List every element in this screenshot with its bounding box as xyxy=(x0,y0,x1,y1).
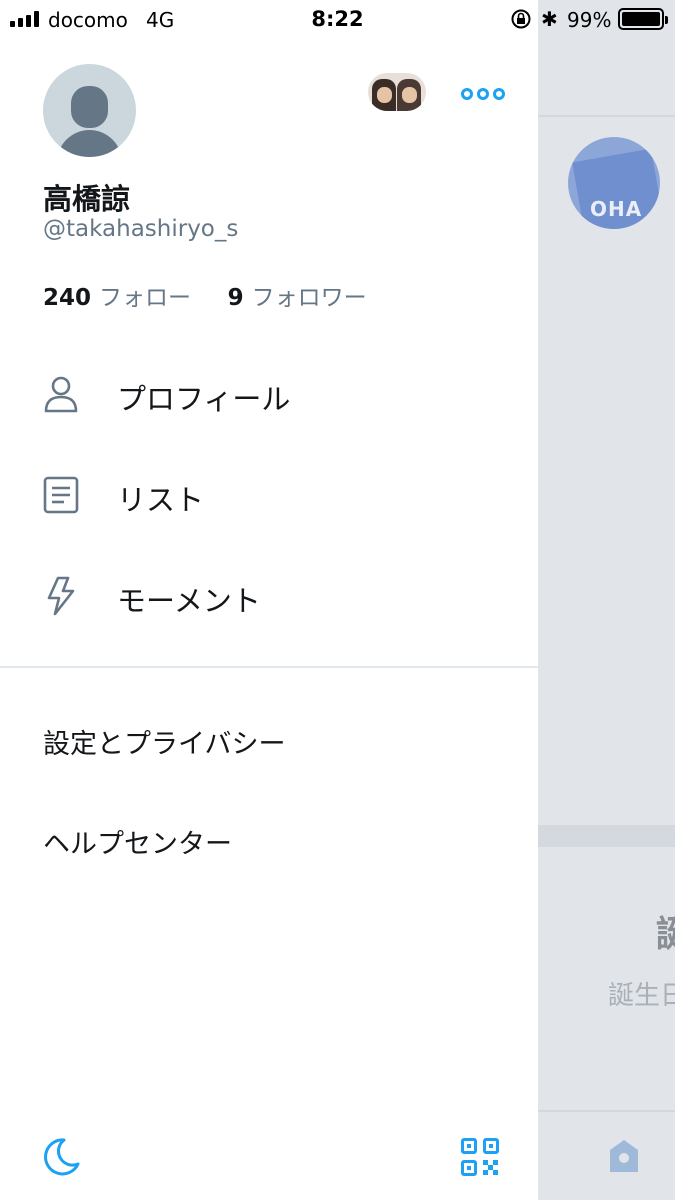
bluetooth-icon: ✱ xyxy=(541,7,558,31)
followers-label: フォロワー xyxy=(251,285,367,311)
qr-code-icon[interactable] xyxy=(460,1137,500,1177)
section-divider xyxy=(538,825,675,847)
moon-icon[interactable] xyxy=(40,1136,82,1178)
follow-counts: 240 フォロー 9 フォロワー xyxy=(43,278,367,312)
menu-item-settings-privacy[interactable]: 設定とプライバシー xyxy=(43,722,285,761)
person-icon xyxy=(44,376,78,413)
other-account-avatar[interactable] xyxy=(368,73,426,111)
tabbar-divider xyxy=(538,1110,675,1112)
drawer-divider xyxy=(0,666,538,668)
menu-item-help-center[interactable]: ヘルプセンター xyxy=(43,822,232,861)
menu-item-profile[interactable]: プロフィール xyxy=(0,354,538,434)
avatar-placeholder-body xyxy=(57,130,122,157)
profile-handle[interactable]: @takahashiryo_s xyxy=(43,216,238,242)
battery-icon xyxy=(618,8,668,30)
menu-item-label: プロフィール xyxy=(117,382,291,416)
following-label: フォロー xyxy=(99,285,192,311)
menu-item-label: モーメント xyxy=(117,584,261,618)
avatar-shirt-lettering: OHA xyxy=(590,197,643,221)
following-count: 240 xyxy=(43,285,92,311)
orientation-lock-icon xyxy=(511,9,531,29)
background-timeline: OHA 誕 誕生日 xyxy=(538,0,675,1200)
background-card-subtitle: 誕生日 xyxy=(608,981,675,1011)
lightning-icon xyxy=(47,576,75,616)
background-card-title: 誕 xyxy=(656,914,675,955)
list-icon xyxy=(43,476,79,514)
battery-percent: 99% xyxy=(567,8,612,32)
header-divider xyxy=(538,115,675,117)
menu-item-moments[interactable]: モーメント xyxy=(0,556,538,636)
home-icon xyxy=(610,1140,638,1172)
followers-link[interactable]: 9 フォロワー xyxy=(220,285,367,311)
background-profile-avatar: OHA xyxy=(568,137,660,229)
navigation-drawer: 高橋諒 @takahashiryo_s 240 フォロー 9 フォロワー プロフィー… xyxy=(0,0,538,1200)
more-accounts-icon[interactable] xyxy=(461,84,505,104)
menu-item-label: リスト xyxy=(117,483,205,517)
profile-avatar[interactable] xyxy=(43,64,136,157)
menu-item-lists[interactable]: リスト xyxy=(0,455,538,535)
profile-name[interactable]: 高橋諒 xyxy=(43,176,130,218)
status-bar: docomo 4G 8:22 ✱ 99% xyxy=(0,0,675,40)
following-link[interactable]: 240 フォロー xyxy=(43,285,198,311)
avatar-placeholder-head xyxy=(71,86,108,128)
followers-count: 9 xyxy=(227,285,244,311)
